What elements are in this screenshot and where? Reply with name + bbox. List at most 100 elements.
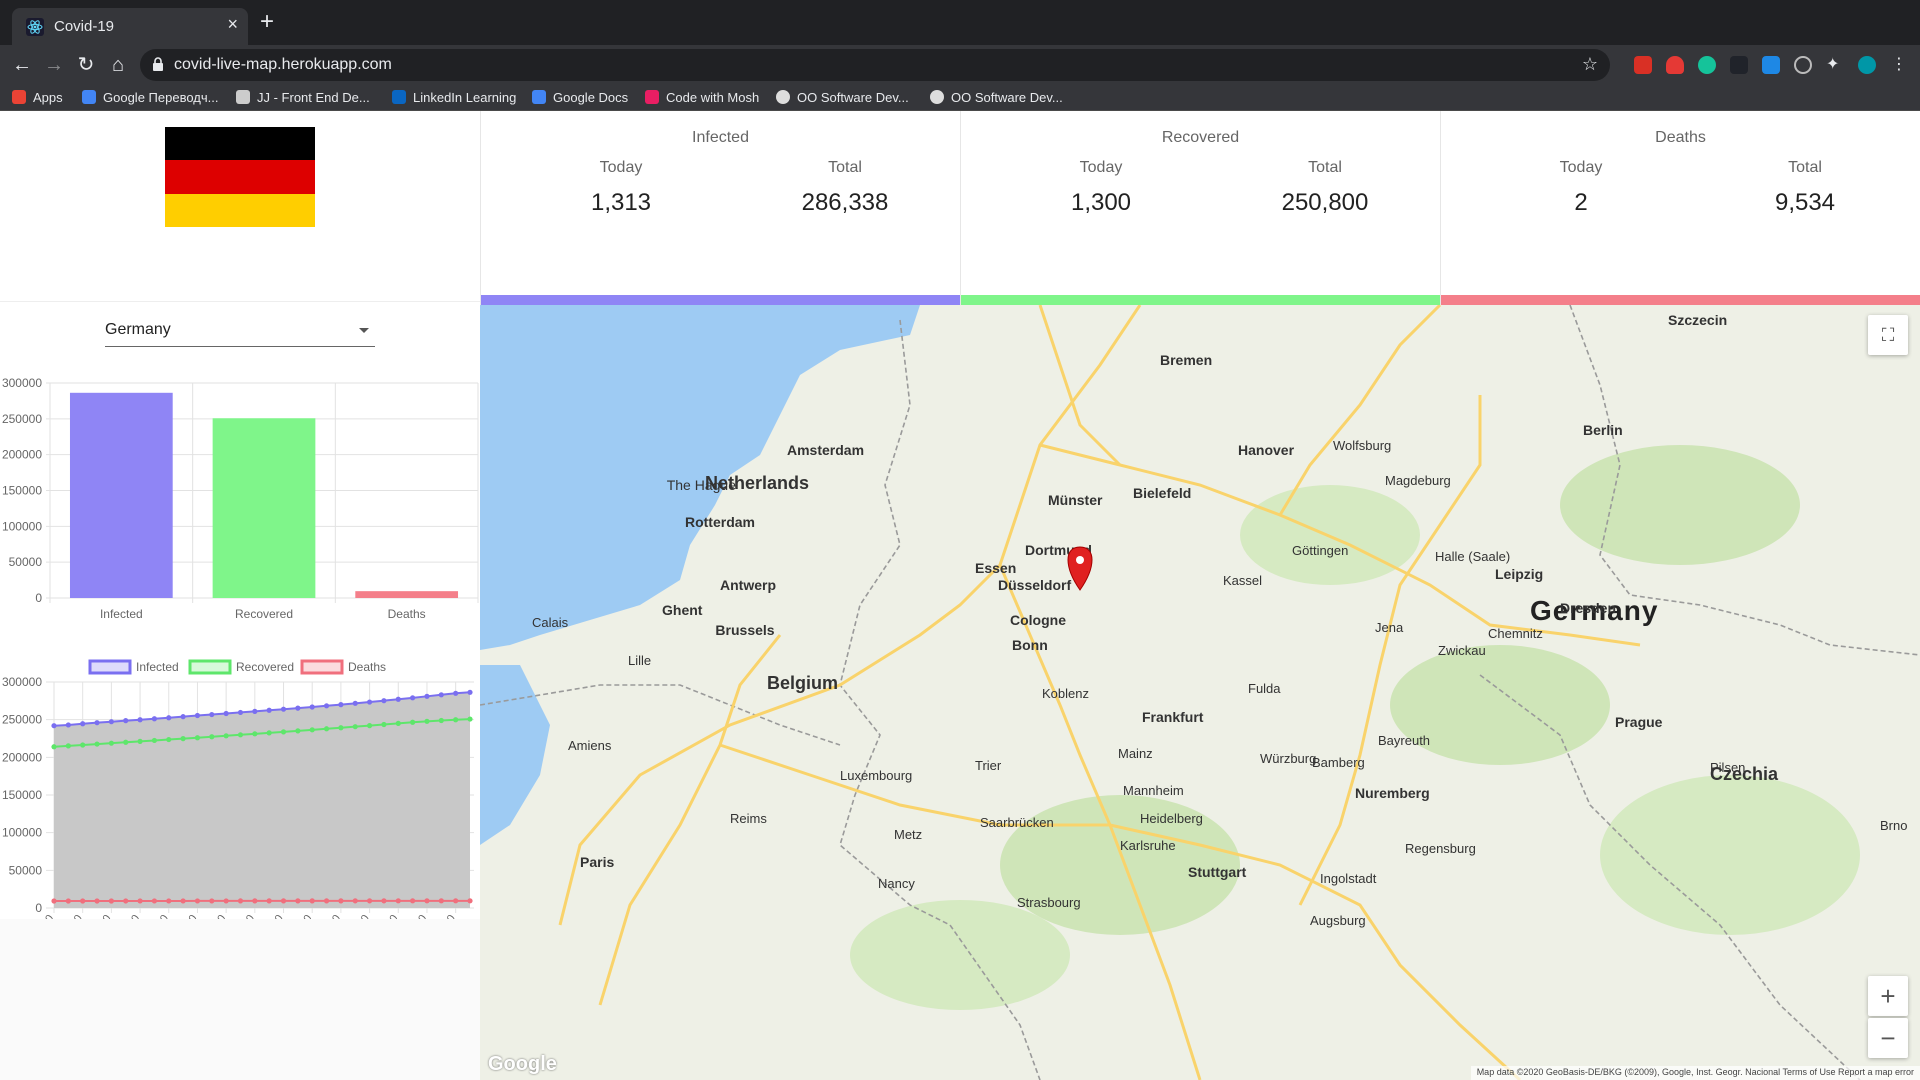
bookmark-item[interactable]: Google Docs xyxy=(532,88,628,108)
map-label: Halle (Saale) xyxy=(1435,549,1510,564)
map-label: Cologne xyxy=(1010,612,1066,628)
new-tab-button[interactable]: + xyxy=(260,10,274,34)
bookmark-item[interactable]: OO Software Dev... xyxy=(930,88,1063,108)
map-label: Mainz xyxy=(1118,746,1153,761)
map-label: Stuttgart xyxy=(1188,864,1247,880)
data-point xyxy=(410,898,416,904)
data-point xyxy=(395,898,401,904)
data-point xyxy=(352,898,358,904)
browser-tab-bar: Covid-19 × + xyxy=(0,0,1920,45)
data-point xyxy=(424,898,430,904)
map-label: Wolfsburg xyxy=(1333,438,1391,453)
data-point xyxy=(252,731,258,737)
back-icon[interactable]: ← xyxy=(10,53,34,77)
data-point xyxy=(123,898,129,904)
home-icon[interactable]: ⌂ xyxy=(106,53,130,77)
data-point xyxy=(223,710,229,717)
total-label: Total xyxy=(1788,159,1822,176)
extension-icon[interactable] xyxy=(1794,56,1812,74)
bookmark-label: LinkedIn Learning xyxy=(413,90,517,105)
data-point xyxy=(438,898,444,904)
bookmark-item[interactable]: LinkedIn Learning xyxy=(392,88,516,108)
data-point xyxy=(338,702,344,708)
y-tick-label: 250000 xyxy=(2,713,42,727)
map-label: Saarbrücken xyxy=(980,815,1054,830)
total-value: 9,534 xyxy=(1774,189,1836,216)
location-pin-icon[interactable] xyxy=(1067,546,1093,591)
map-label: Luxembourg xyxy=(840,768,912,783)
today-column: Today 1,313 xyxy=(521,159,721,217)
data-point xyxy=(209,734,215,740)
profile-avatar[interactable] xyxy=(1858,56,1876,74)
map-label: Lille xyxy=(628,653,651,668)
data-point xyxy=(252,708,258,714)
y-tick-label: 100000 xyxy=(2,519,42,533)
bookmark-item[interactable]: Apps xyxy=(12,88,63,108)
country-select[interactable]: Germany xyxy=(105,309,375,347)
extensions-puzzle-icon[interactable]: ✦ xyxy=(1826,56,1844,74)
today-label: Today xyxy=(1559,159,1603,176)
zoom-in-button[interactable]: + xyxy=(1868,976,1908,1016)
fullscreen-icon[interactable]: ⛶ xyxy=(1868,315,1908,355)
y-tick-label: 50000 xyxy=(9,863,43,877)
map-label: Strasbourg xyxy=(1017,895,1081,910)
browser-tab[interactable]: Covid-19 × xyxy=(12,8,248,45)
shield-extension-icon[interactable] xyxy=(1666,56,1684,74)
data-point xyxy=(51,898,57,904)
data-point xyxy=(295,728,301,734)
bookmark-item[interactable]: JJ - Front End De... xyxy=(236,88,370,108)
extension-icon[interactable] xyxy=(1762,56,1780,74)
map-label: Ghent xyxy=(662,602,703,618)
bookmark-item[interactable]: OO Software Dev... xyxy=(776,88,909,108)
data-point xyxy=(166,715,172,721)
bookmark-star-icon[interactable]: ☆ xyxy=(1582,54,1598,75)
total-value: 250,800 xyxy=(1281,189,1369,216)
bar xyxy=(355,591,459,598)
card-title: Recovered xyxy=(1161,129,1240,146)
extension-icon[interactable] xyxy=(1634,56,1652,74)
data-point xyxy=(381,898,387,904)
data-point xyxy=(323,703,330,709)
data-point xyxy=(366,723,373,729)
map-label: Hanover xyxy=(1238,442,1295,458)
data-point xyxy=(352,724,358,730)
map-label: Regensburg xyxy=(1405,841,1476,856)
data-point xyxy=(137,717,143,723)
map-label: Reims xyxy=(730,811,767,826)
data-point xyxy=(237,732,244,738)
map[interactable]: Germany Netherlands Belgium Czechia Brem… xyxy=(480,305,1920,1080)
forward-icon[interactable]: → xyxy=(42,53,66,77)
bar xyxy=(69,392,173,598)
data-point xyxy=(252,898,258,904)
bookmark-item[interactable]: Code with Mosh xyxy=(645,88,759,108)
y-tick-label: 300000 xyxy=(2,376,42,390)
map-label: Würzburg xyxy=(1260,751,1316,766)
map-label: Düsseldorf xyxy=(998,577,1071,593)
tab-title: Covid-19 xyxy=(54,18,115,35)
close-tab-icon[interactable]: × xyxy=(227,14,238,35)
color-bar xyxy=(961,295,1440,305)
data-point xyxy=(223,898,229,904)
data-point xyxy=(237,898,244,904)
menu-icon[interactable]: ⋮ xyxy=(1890,56,1908,74)
address-bar[interactable]: covid-live-map.herokuapp.com ☆ xyxy=(140,49,1610,81)
document-icon xyxy=(236,90,250,104)
bar xyxy=(212,418,316,598)
data-point xyxy=(180,898,186,904)
country-flag xyxy=(165,127,315,227)
bookmark-item[interactable]: Google Переводч... xyxy=(82,88,218,108)
grammarly-icon[interactable] xyxy=(1698,56,1716,74)
today-value: 1,313 xyxy=(590,189,652,216)
reload-icon[interactable]: ↻ xyxy=(74,53,98,77)
data-point xyxy=(194,735,201,741)
zoom-out-button[interactable]: − xyxy=(1868,1018,1908,1058)
data-point xyxy=(80,742,86,748)
data-point xyxy=(237,709,244,716)
map-label: Bonn xyxy=(1012,637,1048,653)
data-point xyxy=(410,695,416,701)
bookmark-label: Google Docs xyxy=(553,90,629,105)
map-label: Pilsen xyxy=(1710,760,1745,775)
divider xyxy=(0,301,480,302)
react-devtools-icon[interactable] xyxy=(1730,56,1748,74)
map-canvas[interactable]: Germany Netherlands Belgium Czechia Brem… xyxy=(480,305,1920,1080)
